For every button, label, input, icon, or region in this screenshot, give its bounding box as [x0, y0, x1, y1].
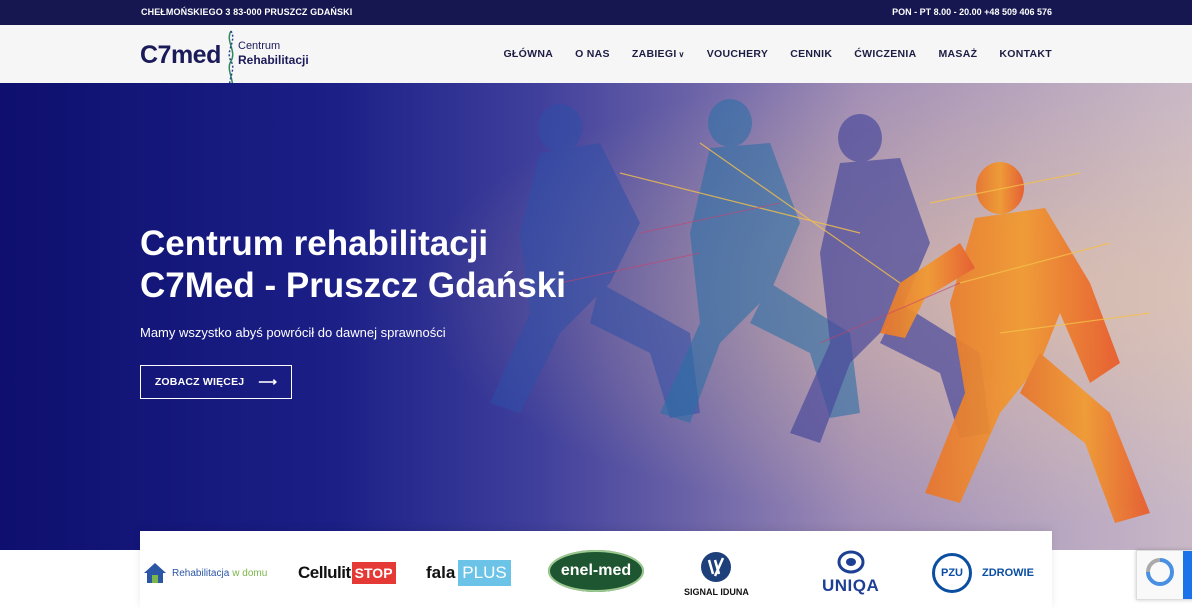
running-athletes-image — [0, 83, 1192, 550]
chevron-down-icon: ∨ — [678, 50, 685, 59]
partner-fala-text: fala — [426, 563, 456, 582]
menu-item-cwiczenia[interactable]: ĆWICZENIA — [854, 48, 916, 60]
hero-title-line1: Centrum rehabilitacji — [140, 224, 489, 263]
logo-line-centrum: Centrum — [238, 40, 281, 52]
partner-uniqa-text: UNIQA — [822, 576, 880, 595]
menu-item-o-nas[interactable]: O NAS — [575, 48, 610, 60]
top-info-bar: CHEŁMOŃSKIEGO 3 83-000 PRUSZCZ GDAŃSKI P… — [0, 0, 1192, 25]
partner-pzu-mark: PZU — [941, 567, 963, 579]
menu-item-glowna[interactable]: GŁÓWNA — [503, 48, 553, 60]
menu-item-zabiegi-label: ZABIEGI — [631, 48, 677, 60]
recaptcha-badge[interactable] — [1136, 550, 1192, 600]
hero-banner: Centrum rehabilitacji C7Med - Pruszcz Gd… — [0, 83, 1192, 550]
menu-item-cennik[interactable]: CENNIK — [790, 48, 832, 60]
partner-enelmed-text: enel-med — [560, 562, 632, 579]
partner-cellulit-stop[interactable]: Cellulit STOP — [298, 553, 396, 593]
opening-hours-phone[interactable]: PON - PT 8.00 - 20.00 +48 509 406 576 — [892, 7, 1052, 17]
partner-fala-plus[interactable]: fala PLUS — [426, 553, 511, 593]
partner-rehabilitacja-w-domu[interactable]: Rehabilitacja w domu — [142, 553, 267, 593]
hero-title-line2: C7Med - Pruszcz Gdański — [140, 266, 566, 305]
menu-item-masaz[interactable]: MASAŻ — [939, 48, 978, 60]
see-more-button[interactable]: ZOBACZ WIĘCEJ ⟶ — [140, 365, 292, 399]
partner-signal-iduna[interactable]: SIGNAL IDUNA — [684, 545, 749, 601]
hero-subtitle: Mamy wszystko abyś powrócił do dawnej sp… — [140, 325, 446, 340]
arrow-right-icon: ⟶ — [258, 374, 278, 389]
uniqa-logo-icon — [837, 550, 865, 574]
address-text: CHEŁMOŃSKIEGO 3 83-000 PRUSZCZ GDAŃSKI — [141, 7, 353, 17]
logo-brand-text: C7med — [140, 41, 221, 69]
hero-title: Centrum rehabilitacji C7Med - Pruszcz Gd… — [140, 223, 660, 307]
recaptcha-icon — [1146, 558, 1174, 586]
logo-line-rehabilitacji: Rehabilitacji — [238, 53, 309, 67]
partner-rehab-text-b: w domu — [232, 567, 268, 579]
recaptcha-expand-tab[interactable] — [1183, 551, 1192, 599]
menu-item-zabiegi[interactable]: ZABIEGI ∨ — [632, 48, 685, 60]
house-icon — [144, 563, 166, 583]
see-more-button-label: ZOBACZ WIĘCEJ — [154, 376, 245, 388]
menu-item-vouchery[interactable]: VOUCHERY — [707, 48, 769, 60]
partner-signal-text: SIGNAL IDUNA — [684, 586, 749, 597]
partner-enel-med[interactable]: enel-med — [548, 550, 644, 592]
partners-logo-strip: Rehabilitacja w domu Cellulit STOP fala … — [140, 531, 1052, 608]
partner-pzu-text: ZDROWIE — [982, 567, 1034, 579]
main-navbar: C7med Centrum Rehabilitacji GŁÓWNA O NAS… — [0, 25, 1192, 98]
partner-rehab-text-a: Rehabilitacja — [172, 567, 230, 579]
partner-uniqa[interactable]: UNIQA — [822, 545, 879, 601]
partner-pzu-zdrowie[interactable]: PZU ZDROWIE — [932, 553, 1034, 593]
menu-item-kontakt[interactable]: KONTAKT — [999, 48, 1052, 60]
signal-iduna-logo-icon — [701, 551, 732, 582]
partner-cellulit-text: Cellulit — [298, 563, 351, 582]
partner-plus-text: PLUS — [458, 560, 511, 586]
main-menu: GŁÓWNA O NAS ZABIEGI ∨ VOUCHERY CENNIK ĆW… — [481, 25, 1052, 83]
partner-stop-text: STOP — [351, 562, 396, 584]
